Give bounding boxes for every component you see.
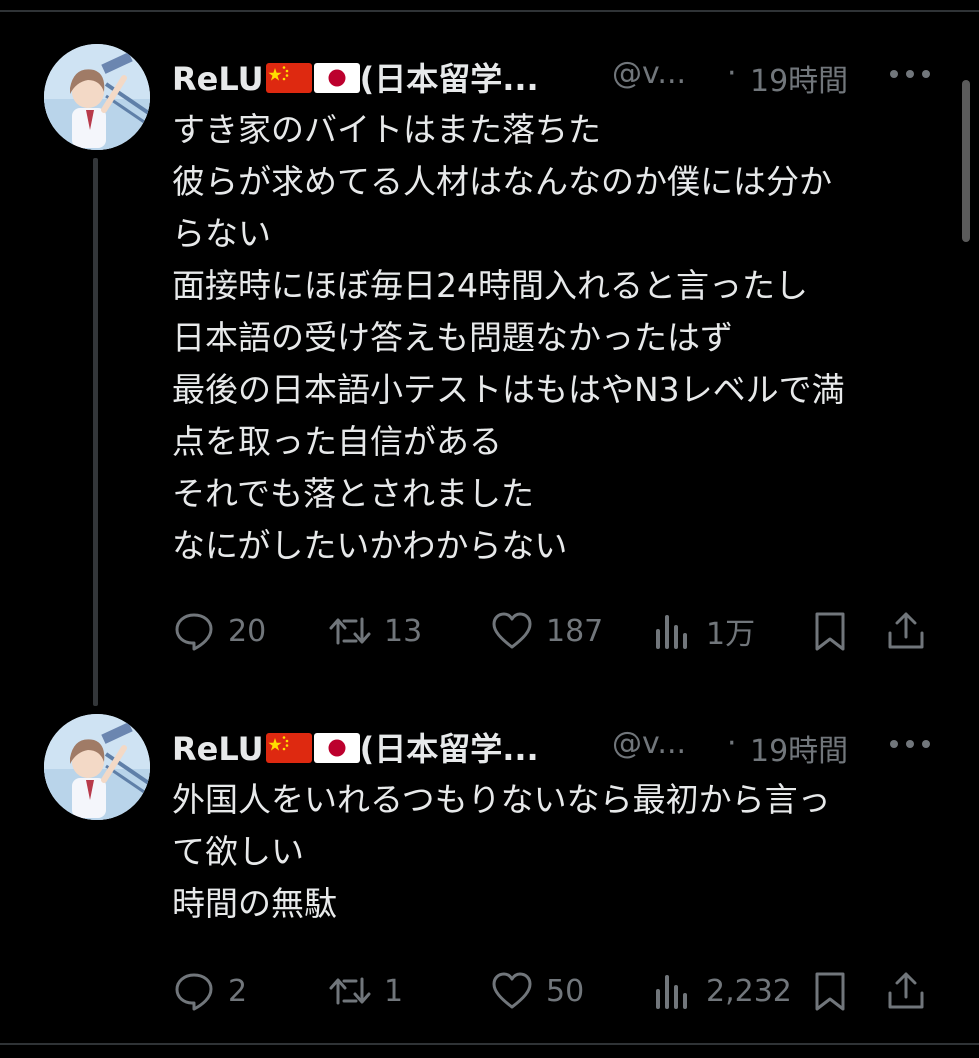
reply-button[interactable]: 20: [172, 606, 266, 656]
more-icon[interactable]: [888, 734, 932, 754]
avatar[interactable]: [44, 44, 150, 150]
share-icon: [888, 972, 924, 1009]
heart-icon: [492, 612, 532, 649]
author-name-text: ReLU: [172, 730, 264, 768]
like-count: 187: [546, 613, 604, 649]
retweet-icon: [329, 617, 371, 645]
bookmark-icon: [815, 972, 845, 1011]
retweet-button[interactable]: 1: [328, 966, 403, 1016]
like-button[interactable]: 50: [490, 966, 584, 1016]
views-icon: [656, 615, 687, 649]
avatar[interactable]: [44, 714, 150, 820]
reply-button[interactable]: 2: [172, 966, 247, 1016]
tweet-actions: 20 13 187 1万: [172, 606, 942, 656]
tweet[interactable]: ReLU (日本留学... @v... · 19時間 すき家のバイトはまた落ちた …: [0, 42, 979, 682]
author-name-suffix: (日本留学...: [359, 730, 539, 768]
reply-icon: [175, 973, 213, 1011]
tweet-actions: 2 1 50 2,232: [172, 966, 942, 1016]
retweet-icon: [329, 977, 371, 1005]
views-icon: [656, 975, 687, 1009]
author-name-suffix: (日本留学...: [359, 60, 539, 98]
heart-icon: [492, 972, 532, 1009]
retweet-count: 13: [384, 613, 423, 649]
author-handle[interactable]: @v...: [612, 56, 686, 91]
top-divider: [0, 10, 979, 12]
tweet-text-line: なにがしたいかわからない: [172, 526, 568, 565]
japan-flag-icon: [313, 63, 360, 93]
tweet-text: すき家のバイトはまた落ちた 彼らが求めてる人材はなんなのか僕には分か らない 面…: [172, 104, 932, 572]
tweet-text: 外国人をいれるつもりないなら最初から言っ て欲しい 時間の無駄: [172, 774, 932, 930]
tweet[interactable]: ReLU (日本留学... @v... · 19時間 外国人をいれるつもりないなら…: [0, 712, 979, 1032]
share-button[interactable]: [884, 606, 928, 656]
retweet-count: 1: [384, 973, 404, 1009]
reply-count: 20: [228, 613, 267, 649]
author-name[interactable]: ReLU (日本留学...: [172, 724, 539, 770]
tweet-text-line: 面接時にほぼ毎日24時間入れると言ったし: [172, 266, 808, 305]
bookmark-icon: [815, 612, 845, 651]
bottom-divider: [0, 1043, 979, 1045]
like-count: 50: [546, 973, 585, 1009]
separator-dot: ·: [727, 726, 737, 761]
more-icon[interactable]: [888, 64, 932, 84]
views-button[interactable]: 2,232: [650, 966, 792, 1016]
tweet-text-line: 日本語の受け答えも問題なかったはず: [172, 318, 733, 357]
tweet-text-line: 外国人をいれるつもりないなら最初から言っ: [172, 780, 831, 819]
tweet-text-line: それでも落とされました: [172, 474, 535, 513]
tweet-text-line: 彼らが求めてる人材はなんなのか僕には分か: [172, 162, 832, 201]
tweet-header: ReLU (日本留学... @v... · 19時間: [172, 50, 962, 100]
reply-icon: [175, 613, 213, 651]
tweet-text-line: て欲しい: [172, 832, 304, 871]
share-button[interactable]: [884, 966, 928, 1016]
view-count: 1万: [706, 617, 756, 652]
bookmark-button[interactable]: [808, 966, 852, 1016]
tweet-text-line: らない: [172, 214, 271, 253]
like-button[interactable]: 187: [490, 606, 603, 656]
tweet-text-line: すき家のバイトはまた落ちた: [172, 110, 601, 149]
china-flag-icon: [265, 63, 312, 93]
author-handle[interactable]: @v...: [612, 726, 686, 761]
reply-count: 2: [228, 973, 248, 1009]
separator-dot: ·: [727, 56, 737, 91]
share-icon: [888, 612, 924, 649]
tweet-text-line: 時間の無駄: [172, 884, 337, 923]
japan-flag-icon: [313, 733, 360, 763]
tweet-text-line: 最後の日本語小テストはもはやN3レベルで満: [172, 370, 845, 409]
timestamp[interactable]: 19時間: [750, 56, 848, 100]
views-button[interactable]: 1万: [650, 606, 755, 656]
tweet-header: ReLU (日本留学... @v... · 19時間: [172, 720, 962, 770]
author-name-text: ReLU: [172, 60, 264, 98]
view-count: 2,232: [706, 973, 792, 1009]
timestamp[interactable]: 19時間: [750, 726, 848, 770]
china-flag-icon: [265, 733, 312, 763]
bookmark-button[interactable]: [808, 606, 852, 656]
tweet-text-line: 点を取った自信がある: [172, 422, 502, 461]
retweet-button[interactable]: 13: [328, 606, 422, 656]
author-name[interactable]: ReLU (日本留学...: [172, 54, 539, 100]
